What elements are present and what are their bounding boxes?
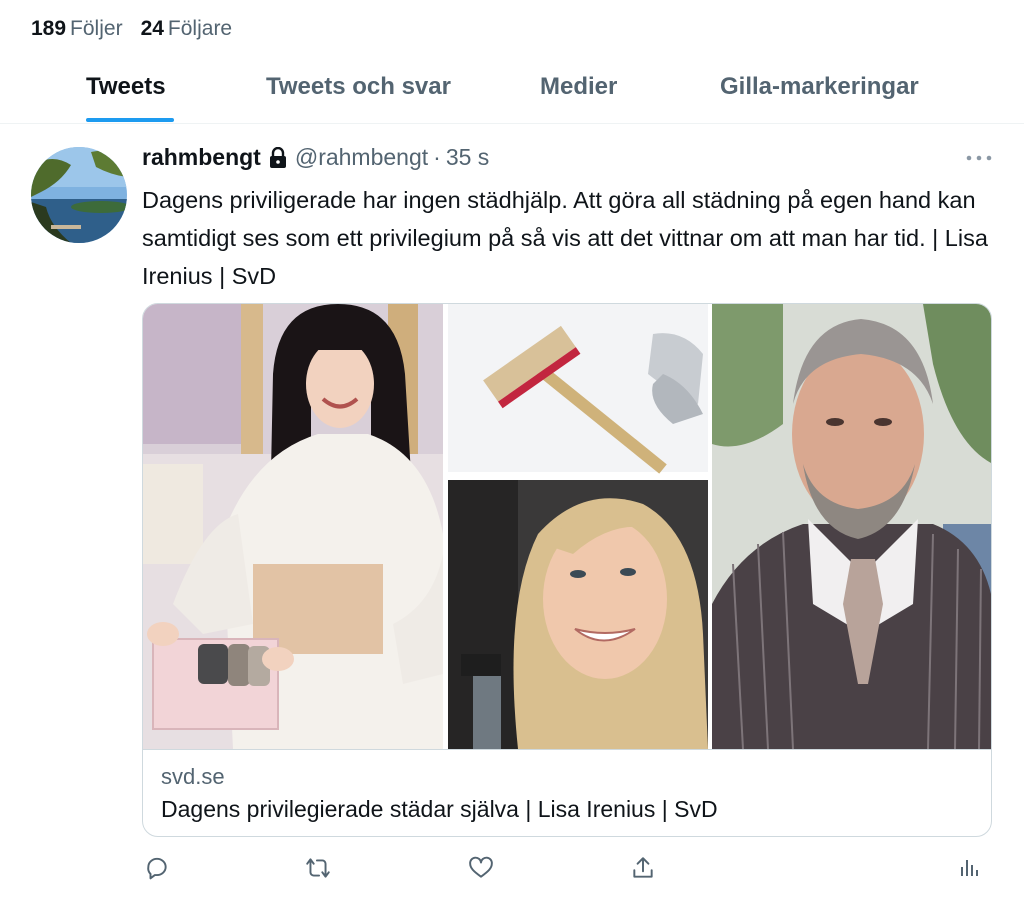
- reply-icon: [147, 857, 167, 880]
- analytics-button[interactable]: [954, 850, 984, 886]
- card-title: Dagens privilegierade städar själva | Li…: [161, 796, 718, 822]
- tab-media[interactable]: Medier: [540, 73, 617, 101]
- following-link[interactable]: 189 Följer: [31, 17, 123, 41]
- like-button[interactable]: [466, 850, 496, 886]
- lock-icon: [269, 146, 287, 169]
- share-button[interactable]: [628, 850, 658, 886]
- followers-label: Följare: [167, 17, 233, 40]
- author-name[interactable]: rahmbengt: [142, 144, 261, 171]
- card-image: [143, 304, 991, 750]
- followers-count: 24: [140, 17, 164, 40]
- tab-tweets[interactable]: Tweets: [86, 73, 166, 101]
- reply-button[interactable]: [142, 850, 172, 886]
- avatar[interactable]: [31, 147, 127, 243]
- author-handle[interactable]: @rahmbengt: [295, 144, 428, 171]
- card-image-panel-1: [143, 304, 443, 749]
- card-meta[interactable]: svd.se Dagens privilegierade städar själ…: [143, 749, 991, 836]
- analytics-icon: [961, 860, 978, 876]
- header-separator: ·: [433, 144, 441, 170]
- tab-tweets-and-replies[interactable]: Tweets och svar: [266, 73, 451, 101]
- avatar-image: [31, 147, 127, 243]
- more-icon[interactable]: [964, 150, 994, 166]
- retweet-icon: [306, 858, 330, 878]
- card-image-panel-4: [712, 304, 991, 750]
- card-domain: svd.se: [161, 764, 225, 789]
- profile-tabs: Tweets Tweets och svar Medier Gilla-mark…: [0, 60, 1024, 124]
- retweet-button[interactable]: [303, 850, 333, 886]
- following-label: Följer: [70, 17, 123, 40]
- tweet-header: rahmbengt @rahmbengt · 35 s: [142, 144, 489, 171]
- profile-stats: 189 Följer 24 Följare: [31, 17, 232, 41]
- followers-link[interactable]: 24 Följare: [141, 17, 233, 41]
- share-icon: [633, 857, 653, 878]
- following-count: 189: [31, 17, 67, 40]
- tab-likes[interactable]: Gilla-markeringar: [720, 73, 919, 101]
- card-image-panel-2: [448, 304, 708, 474]
- tweet-actions: [142, 850, 992, 886]
- tweet-timestamp[interactable]: 35 s: [446, 144, 489, 171]
- tweet-text: Dagens priviligerade har ingen städhjälp…: [142, 187, 988, 289]
- heart-icon: [469, 856, 493, 878]
- link-card[interactable]: svd.se Dagens privilegierade städar själ…: [142, 303, 992, 837]
- active-tab-indicator: [86, 118, 174, 122]
- card-image-panel-3: [448, 480, 708, 749]
